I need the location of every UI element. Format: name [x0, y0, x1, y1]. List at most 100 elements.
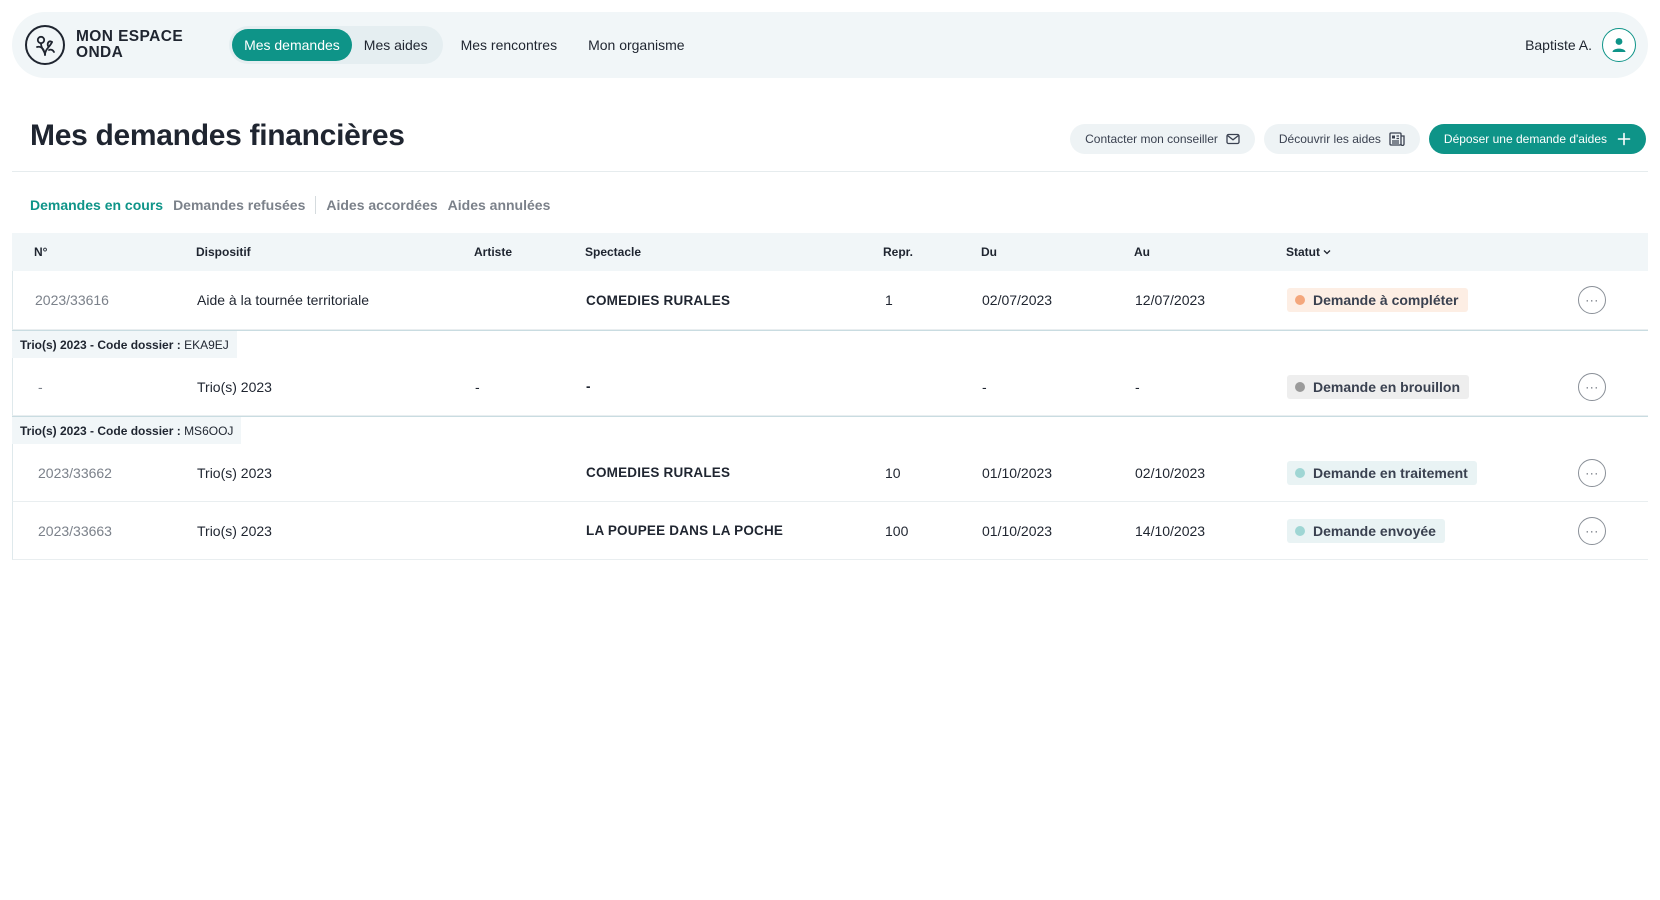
cell-spectacle: COMEDIES RURALES: [586, 292, 731, 308]
cell-num[interactable]: 2023/33663: [38, 502, 112, 559]
status-badge: Demande en traitement: [1287, 460, 1477, 485]
cell-dispositif: Trio(s) 2023: [197, 378, 272, 395]
logo-text-line1: MON ESPACE: [76, 28, 184, 45]
table-header: N° Dispositif Artiste Spectacle Repr. Du…: [12, 233, 1648, 271]
nav-tab-mes-rencontres[interactable]: Mes rencontres: [459, 29, 559, 61]
more-options-icon[interactable]: ···: [1578, 372, 1606, 401]
contact-advisor-label: Contacter mon conseiller: [1085, 132, 1218, 146]
group-code-prefix: Trio(s) 2023 - Code dossier :: [20, 337, 181, 352]
cell-du: 01/10/2023: [982, 522, 1053, 539]
cell-repr: 100: [885, 522, 909, 539]
tab-aides-accordees[interactable]: Aides accordées: [326, 197, 437, 213]
cell-du: 01/10/2023: [982, 464, 1053, 481]
tab-demandes-en-cours[interactable]: Demandes en cours: [30, 197, 163, 213]
discover-aids-label: Découvrir les aides: [1278, 132, 1381, 146]
tab-divider: [315, 196, 317, 214]
group-code-label: Trio(s) 2023 - Code dossier : EKA9EJ: [12, 331, 237, 358]
header-actions: Contacter mon conseiller Découvrir les a…: [1070, 124, 1646, 154]
cell-repr: 10: [885, 464, 901, 481]
mail-icon: [1226, 133, 1240, 145]
cell-au: -: [1135, 378, 1140, 395]
newspaper-icon: [1389, 132, 1405, 146]
group-code-label: Trio(s) 2023 - Code dossier : MS6OOJ: [12, 417, 242, 444]
discover-aids-button[interactable]: Découvrir les aides: [1263, 124, 1420, 154]
status-badge: Demande envoyée: [1287, 518, 1445, 543]
status-badge: Demande à compléter: [1287, 288, 1468, 312]
status-label: Demande en traitement: [1313, 464, 1468, 481]
status-dot: [1295, 467, 1305, 478]
more-options-icon[interactable]: ···: [1578, 458, 1606, 487]
cell-spectacle: LA POUPEE DANS LA POCHE: [586, 523, 784, 538]
column-header-du: Du: [981, 245, 997, 259]
status-label: Demande à compléter: [1313, 292, 1459, 308]
status-label: Demande en brouillon: [1313, 378, 1461, 395]
nav-primary-group: Mes demandes Mes aides: [229, 26, 443, 64]
status-dot: [1295, 525, 1305, 536]
group-code-value: MS6OOJ: [184, 423, 234, 438]
chevron-down-icon: [1323, 250, 1331, 255]
cell-au: 14/10/2023: [1135, 522, 1206, 539]
more-options-icon[interactable]: ···: [1578, 516, 1606, 545]
cell-au: 02/10/2023: [1135, 464, 1206, 481]
table-row[interactable]: 2023/33616 Aide à la tournée territorial…: [12, 271, 1648, 330]
contact-advisor-button[interactable]: Contacter mon conseiller: [1070, 124, 1255, 154]
column-header-repr: Repr.: [883, 245, 914, 259]
cell-artiste: -: [475, 378, 480, 395]
group-header: Trio(s) 2023 - Code dossier : MS6OOJ: [12, 416, 1648, 444]
column-header-spectacle: Spectacle: [585, 245, 642, 259]
status-label: Demande envoyée: [1313, 522, 1436, 539]
cell-statut: Demande à compléter: [1287, 271, 1468, 329]
status-badge: Demande en brouillon: [1287, 374, 1470, 399]
user-name: Baptiste A.: [1525, 37, 1592, 53]
group-code-prefix: Trio(s) 2023 - Code dossier :: [20, 423, 181, 438]
cell-au: 12/07/2023: [1135, 292, 1206, 308]
page-title: Mes demandes financières: [30, 119, 405, 152]
tab-demandes-refusees[interactable]: Demandes refusées: [173, 197, 305, 213]
table-row[interactable]: 2023/33663 Trio(s) 2023 LA POUPEE DANS L…: [12, 502, 1648, 560]
deposit-request-button[interactable]: Déposer une demande d'aides: [1428, 124, 1646, 154]
cell-du: -: [982, 378, 987, 395]
deposit-request-label: Déposer une demande d'aides: [1443, 132, 1607, 146]
user-avatar-icon[interactable]: [1602, 28, 1636, 62]
cell-repr: 1: [885, 292, 893, 308]
column-header-statut[interactable]: Statut: [1286, 233, 1331, 271]
cell-num[interactable]: 2023/33662: [38, 444, 112, 501]
column-header-dispositif: Dispositif: [196, 245, 251, 259]
cell-dispositif: Trio(s) 2023: [197, 464, 272, 481]
cell-dispositif: Trio(s) 2023: [197, 522, 272, 539]
nav-tab-mes-demandes[interactable]: Mes demandes: [232, 29, 352, 61]
requests-table: N° Dispositif Artiste Spectacle Repr. Du…: [12, 233, 1648, 560]
group-header: Trio(s) 2023 - Code dossier : EKA9EJ: [12, 330, 1648, 358]
tab-aides-annulees[interactable]: Aides annulées: [448, 197, 551, 213]
column-header-num: N°: [34, 245, 48, 259]
cell-statut: Demande en traitement: [1287, 444, 1477, 501]
table-row[interactable]: 2023/33662 Trio(s) 2023 COMEDIES RURALES…: [12, 444, 1648, 502]
onda-logo-icon: [25, 25, 65, 65]
group-code-value: EKA9EJ: [184, 337, 229, 352]
more-options-icon[interactable]: ···: [1578, 286, 1606, 314]
cell-num[interactable]: 2023/33616: [35, 271, 109, 329]
nav-tab-mon-organisme[interactable]: Mon organisme: [586, 29, 687, 61]
logo-text: MON ESPACE ONDA: [76, 29, 183, 61]
cell-spectacle: COMEDIES RURALES: [586, 465, 731, 480]
cell-du: 02/07/2023: [982, 292, 1053, 308]
column-header-statut-label: Statut: [1286, 245, 1320, 259]
request-tabs: Demandes en cours Demandes refusées Aide…: [30, 196, 550, 214]
nav-tab-mes-aides[interactable]: Mes aides: [352, 29, 440, 61]
cell-num: -: [38, 378, 43, 395]
cell-statut: Demande en brouillon: [1287, 358, 1470, 415]
plus-icon: [1617, 132, 1631, 146]
logo-text-line2: ONDA: [76, 44, 124, 61]
cell-statut: Demande envoyée: [1287, 502, 1445, 559]
status-dot: [1295, 381, 1305, 392]
status-dot: [1295, 295, 1305, 305]
cell-dispositif: Aide à la tournée territoriale: [197, 292, 369, 308]
header-divider: [12, 171, 1648, 172]
top-navigation: MON ESPACE ONDA Mes demandes Mes aides M…: [12, 12, 1648, 78]
user-menu[interactable]: Baptiste A.: [1525, 28, 1636, 62]
cell-spectacle: -: [586, 379, 591, 394]
column-header-au: Au: [1134, 245, 1150, 259]
logo[interactable]: MON ESPACE ONDA: [25, 25, 183, 65]
table-row[interactable]: - Trio(s) 2023 - - - - Demande en brouil…: [12, 358, 1648, 416]
column-header-artiste: Artiste: [474, 245, 513, 259]
